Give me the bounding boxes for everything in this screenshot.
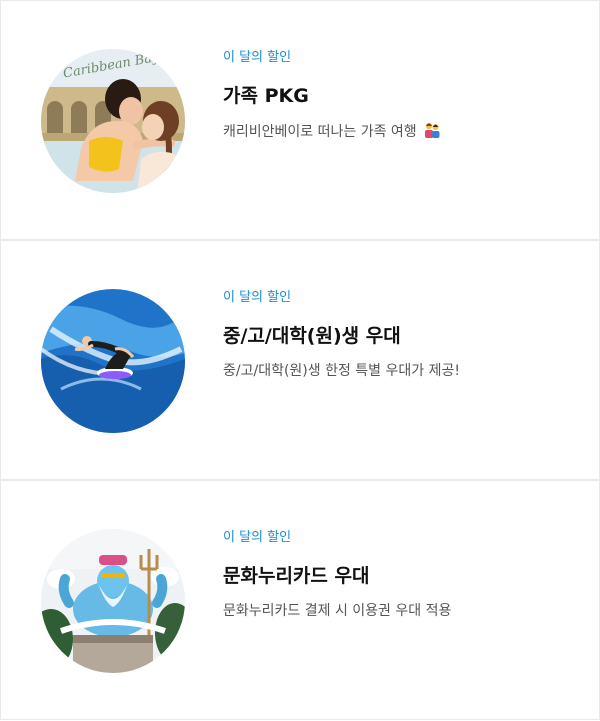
- promo-card-family-pkg[interactable]: Caribbean Bay 이 달의 할인 가족 PKG 캐리비안베이로 떠나는…: [0, 0, 600, 240]
- promo-text: 이 달의 할인 가족 PKG 캐리비안베이로 떠나는 가족 여행: [223, 49, 441, 145]
- promo-description-text: 캐리비안베이로 떠나는 가족 여행: [223, 124, 417, 140]
- promo-text: 이 달의 할인 중/고/대학(원)생 우대 중/고/대학(원)생 한정 특별 우…: [223, 289, 460, 381]
- promo-image-family[interactable]: Caribbean Bay: [41, 49, 185, 193]
- promo-badge: 이 달의 할인: [223, 50, 292, 65]
- promo-title[interactable]: 중/고/대학(원)생 우대: [223, 323, 460, 349]
- promo-card-culture-card[interactable]: 이 달의 할인 문화누리카드 우대 문화누리카드 결제 시 이용권 우대 적용: [0, 480, 600, 720]
- promo-image-statue[interactable]: [41, 529, 185, 673]
- promo-badge: 이 달의 할인: [223, 290, 292, 305]
- promo-text: 이 달의 할인 문화누리카드 우대 문화누리카드 결제 시 이용권 우대 적용: [223, 529, 451, 621]
- promo-description: 문화누리카드 결제 시 이용권 우대 적용: [223, 603, 452, 619]
- promo-description: 캐리비안베이로 떠나는 가족 여행: [223, 121, 441, 145]
- promo-title[interactable]: 가족 PKG: [223, 83, 441, 109]
- family-emoji-icon: [423, 121, 441, 145]
- promo-card-student[interactable]: 이 달의 할인 중/고/대학(원)생 우대 중/고/대학(원)생 한정 특별 우…: [0, 240, 600, 480]
- promo-image-surfing[interactable]: [41, 289, 185, 433]
- promo-title[interactable]: 문화누리카드 우대: [223, 563, 451, 589]
- promo-badge: 이 달의 할인: [223, 530, 292, 545]
- promo-description: 중/고/대학(원)생 한정 특별 우대가 제공!: [223, 363, 460, 379]
- promo-list: Caribbean Bay 이 달의 할인 가족 PKG 캐리비안베이로 떠나는…: [0, 0, 600, 721]
